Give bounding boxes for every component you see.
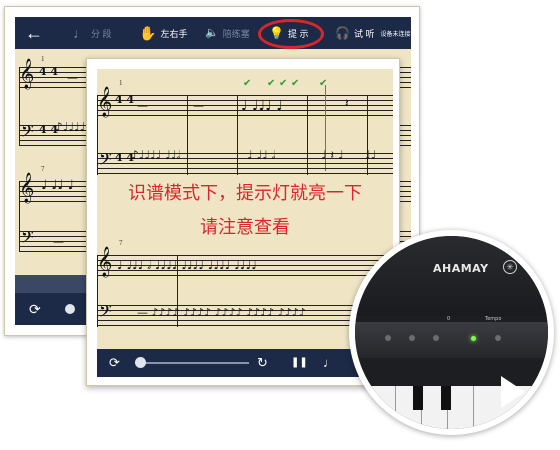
- loop-icon[interactable]: ⟳: [29, 301, 41, 317]
- headphones-icon: 🎧: [335, 26, 350, 40]
- pause-icon[interactable]: ❚❚: [291, 355, 308, 371]
- note-icon[interactable]: ♩: [323, 355, 336, 371]
- loop-icon[interactable]: ⟳: [109, 355, 120, 371]
- practice-button[interactable]: 🔈 陪练塞: [205, 17, 250, 49]
- check-icon: ✔: [291, 78, 300, 89]
- knob-icon: [409, 335, 415, 341]
- progress-knob[interactable]: [65, 304, 75, 314]
- score-note: —: [137, 99, 148, 112]
- black-key: [413, 386, 423, 410]
- hand-icon: ✋: [139, 25, 157, 41]
- brand-logo: AHAMAY: [433, 262, 489, 275]
- score-notes: ♩ ♩♩ 𝅗𝅥: [247, 148, 276, 162]
- system-barline: [19, 67, 20, 145]
- hint-highlight-ring: [258, 19, 324, 49]
- progress-knob[interactable]: [135, 357, 146, 368]
- time-signature: 4 4: [115, 93, 135, 106]
- speaker-icon: 🔈: [205, 26, 219, 39]
- caption-line-1: 识谱模式下，提示灯就亮一下: [128, 183, 362, 204]
- play-arrow-icon: [501, 376, 525, 408]
- listen-label: 试 听: [353, 28, 375, 39]
- score-notes: ♩ ♩♩♩ ♩: [241, 98, 283, 114]
- measure-number: 1: [41, 55, 45, 63]
- score-notes: ♪♩♩♩♩ ♩♩𝅗𝅥: [131, 148, 181, 162]
- top-toolbar: ← ♩ 分 段 ✋ 左右手 🔈 陪练塞 💡 提 示 🎧 试 听 设备未连接: [15, 17, 411, 49]
- check-icon: ✔: [267, 78, 276, 89]
- segment-icon: ♩: [73, 25, 87, 41]
- bass-clef-icon: 𝄢: [99, 301, 112, 325]
- time-signature: 4 4: [39, 65, 59, 78]
- score-notes: ♩ ♩♩♩ 𝅗𝅥 ♩♩♩♩ ♩♩♩♩ ♩♩♩♩ ♩♩♩♩: [117, 258, 257, 272]
- score-notes: ♩♩: [365, 148, 377, 162]
- bass-clef-icon: 𝄢: [99, 149, 112, 173]
- device-photo-inner: AHAMAY ✳ 0 Tempo: [355, 236, 548, 429]
- key-divider: [395, 386, 396, 429]
- bass-clef-icon: 𝄢: [21, 227, 34, 251]
- check-icon: ✔: [319, 78, 328, 89]
- progress-track[interactable]: [139, 362, 249, 364]
- back-button[interactable]: ←: [25, 17, 43, 49]
- black-key: [441, 386, 451, 410]
- check-icon: ✔: [279, 78, 288, 89]
- score-notes: ♩ ♩♩ ♩: [41, 178, 74, 193]
- caption-line-2: 请注意查看: [200, 217, 290, 238]
- rest-symbol: 𝄽: [345, 96, 349, 110]
- knob-icon: [495, 335, 501, 341]
- hands-label: 左右手: [160, 28, 188, 39]
- brand-badge-icon: ✳: [503, 260, 517, 274]
- piano-panel: [355, 236, 548, 316]
- score-notes: ♪♩♩♩♩: [55, 120, 86, 134]
- score-notes: ♩ 𝄽 ♩: [321, 148, 344, 162]
- bass-clef-icon: 𝄢: [21, 121, 34, 145]
- system-barline: [19, 181, 20, 251]
- segment-button[interactable]: ♩ 分 段: [73, 17, 112, 49]
- measure-number: 1: [119, 79, 123, 87]
- back-arrow-icon: ←: [25, 23, 43, 43]
- knob-icon: [385, 335, 391, 341]
- treble-clef-icon: 𝄞: [97, 87, 113, 117]
- control-strip: [355, 322, 548, 358]
- device-status: 设备未连接: [380, 31, 411, 38]
- hands-button[interactable]: ✋ 左右手: [139, 17, 187, 49]
- treble-clef-icon: 𝄞: [19, 173, 35, 203]
- measure-number: 7: [41, 165, 45, 173]
- repeat-icon[interactable]: ↻: [257, 355, 268, 371]
- check-icon: ✔: [243, 78, 252, 89]
- measure-number: 7: [119, 239, 123, 247]
- tempo-label: Tempo: [485, 316, 502, 322]
- treble-clef-icon: 𝄞: [97, 247, 113, 277]
- score-note: —: [193, 99, 204, 112]
- segment-label: 分 段: [91, 28, 112, 39]
- stage: ← ♩ 分 段 ✋ 左右手 🔈 陪练塞 💡 提 示 🎧 试 听 设备未连接 1 …: [0, 0, 560, 450]
- practice-label: 陪练塞: [222, 28, 250, 39]
- hint-led: [471, 336, 476, 341]
- key-divider: [473, 386, 474, 429]
- knob-icon: [433, 335, 439, 341]
- listen-button[interactable]: 🎧 试 听 设备未连接: [335, 17, 410, 49]
- zero-label: 0: [447, 316, 451, 322]
- score-notes: — ♪♪♪♪ ♪♪♪♪ ♪♪♪♪ ♪♪♪♪ ♪♪♪♪: [137, 306, 306, 319]
- score-note: —: [53, 235, 64, 248]
- bottom-toolbar: ⟳ ↻ ❚❚ ♩: [97, 349, 393, 377]
- treble-clef-icon: 𝄞: [19, 59, 35, 89]
- device-photo: AHAMAY ✳ 0 Tempo: [349, 230, 554, 435]
- score-note: —: [67, 71, 78, 84]
